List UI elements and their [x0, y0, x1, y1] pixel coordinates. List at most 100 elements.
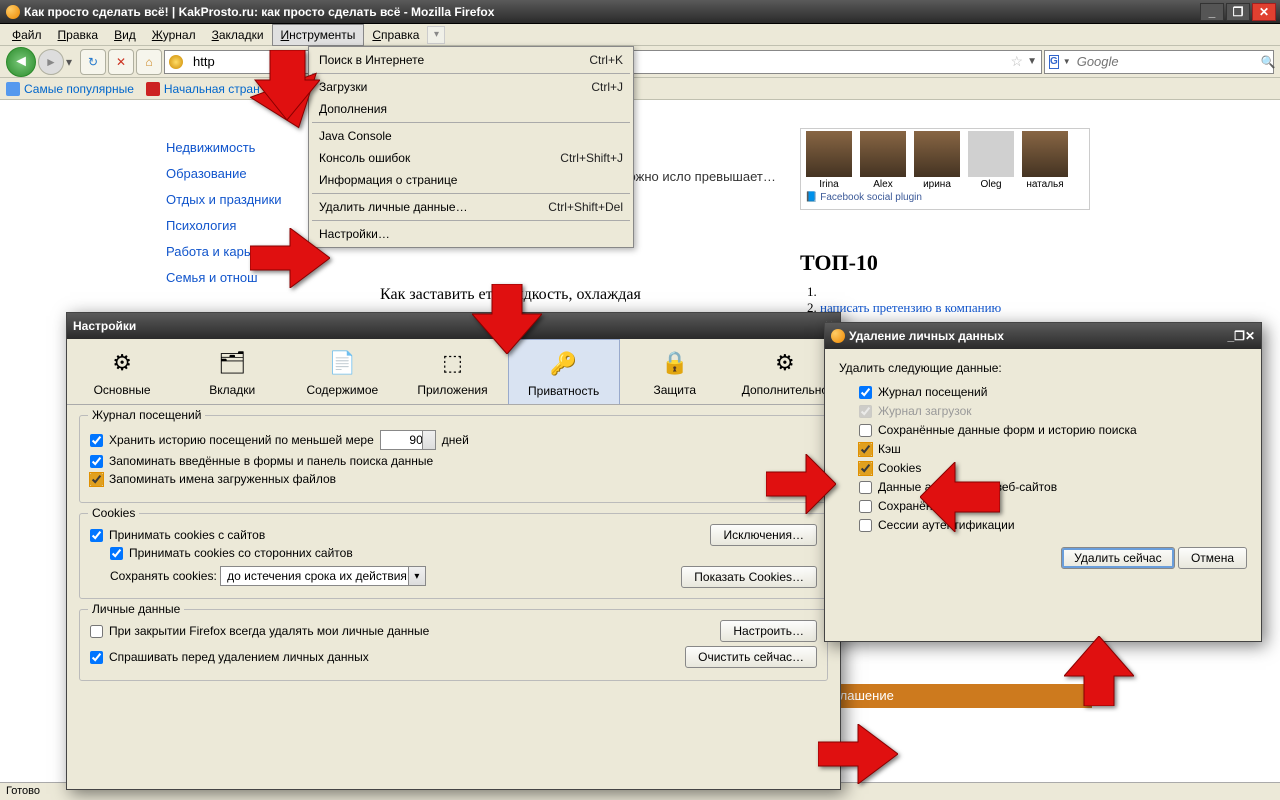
menu-item-9[interactable]: Удалить личные данные…Ctrl+Shift+Del	[311, 196, 631, 218]
clear-item-3-checkbox[interactable]	[859, 443, 872, 456]
social-person-1[interactable]: Alex	[857, 131, 909, 190]
private-configure-button[interactable]: Настроить…	[720, 620, 817, 642]
back-button[interactable]: ◄	[6, 47, 36, 77]
tab-icon: 📄	[326, 347, 358, 379]
clear-now-button[interactable]: Очистить сейчас…	[685, 646, 817, 668]
reload-button[interactable]: ↻	[80, 49, 106, 75]
menubar-item-6[interactable]: Справка	[364, 25, 427, 45]
delete-now-button[interactable]: Удалить сейчас	[1061, 547, 1174, 569]
clear-item-4-checkbox[interactable]	[859, 462, 872, 475]
page-chevron-icon[interactable]: ▾	[427, 26, 445, 44]
firefox-icon	[831, 329, 845, 343]
sidebar-link-2[interactable]: Отдых и праздники	[166, 192, 282, 207]
forward-button[interactable]: ►	[38, 49, 64, 75]
clear-item-2-checkbox[interactable]	[859, 424, 872, 437]
accept-third-party-checkbox[interactable]	[110, 547, 123, 560]
sidebar-link-0[interactable]: Недвижимость	[166, 140, 282, 155]
tab-icon: ⬚	[436, 347, 468, 379]
settings-tab-Основные[interactable]: ⚙Основные	[67, 339, 177, 404]
menubar-item-0[interactable]: Файл	[4, 25, 50, 45]
bookmark-star-icon[interactable]: ☆	[1011, 53, 1024, 70]
accept-cookies-label: Принимать cookies с сайтов	[109, 528, 265, 542]
arrow-2	[250, 228, 330, 291]
clear-item-4-label: Cookies	[878, 461, 921, 475]
menubar-item-1[interactable]: Правка	[50, 25, 107, 45]
search-go-icon[interactable]: 🔍	[1261, 55, 1276, 69]
show-cookies-button[interactable]: Показать Cookies…	[681, 566, 817, 588]
clear-item-2-label: Сохранённые данные форм и историю поиска	[878, 423, 1137, 437]
keep-history-checkbox[interactable]	[90, 434, 103, 447]
window-restore-button[interactable]: ❐	[1226, 3, 1250, 21]
ask-before-checkbox[interactable]	[90, 651, 103, 664]
arrow-3	[472, 284, 542, 357]
bookmark-item-1[interactable]: Начальная стран	[146, 82, 260, 96]
social-person-2[interactable]: ирина	[911, 131, 963, 190]
cookies-legend: Cookies	[88, 506, 139, 520]
stop-button[interactable]: ✕	[108, 49, 134, 75]
keep-cookies-label: Сохранять cookies:	[110, 569, 217, 583]
settings-tabs: ⚙Основные🗂Вкладки📄Содержимое⬚Приложения🔑…	[67, 339, 840, 405]
clear-item-5-checkbox[interactable]	[859, 481, 872, 494]
url-history-caret[interactable]: ▼	[1027, 56, 1037, 67]
top-10: ТОП-10 написать претензию в компанию	[800, 250, 1001, 316]
facebook-widget: IrinaAlexиринаOlegнаталья 📘 Facebook soc…	[800, 128, 1090, 210]
search-box[interactable]: G ▼ 🔍	[1044, 50, 1274, 74]
tab-icon: 🔑	[548, 348, 580, 380]
remember-forms-checkbox[interactable]	[90, 455, 103, 468]
clear-item-0-checkbox[interactable]	[859, 386, 872, 399]
clear-restore-button[interactable]: ❐	[1234, 329, 1245, 343]
menu-item-7[interactable]: Информация о странице	[311, 169, 631, 191]
menu-item-5[interactable]: Java Console	[311, 125, 631, 147]
social-person-4[interactable]: наталья	[1019, 131, 1071, 190]
settings-titlebar[interactable]: Настройки ✕	[67, 313, 840, 339]
cookies-fieldset: Cookies Исключения… Принимать cookies с …	[79, 513, 828, 599]
menu-item-6[interactable]: Консоль ошибокCtrl+Shift+J	[311, 147, 631, 169]
clear-on-close-label: При закрытии Firefox всегда удалять мои …	[109, 624, 429, 638]
menubar-item-4[interactable]: Закладки	[204, 25, 272, 45]
facebook-label: 📘 Facebook social plugin	[801, 192, 1089, 203]
social-person-3[interactable]: Oleg	[965, 131, 1017, 190]
arrow-1	[250, 50, 320, 133]
nav-toolbar: ◄ ► ▾ ↻ ✕ ⌂ ☆ ▼ G ▼ 🔍	[0, 46, 1280, 78]
menu-item-3[interactable]: Дополнения	[311, 98, 631, 120]
history-fieldset: Журнал посещений Хранить историю посещен…	[79, 415, 828, 503]
menu-item-2[interactable]: ЗагрузкиCtrl+J	[311, 76, 631, 98]
top10-heading: ТОП-10	[800, 250, 1001, 276]
arrow-7	[818, 724, 898, 787]
clear-data-titlebar[interactable]: Удаление личных данных _ ❐ ✕	[825, 323, 1261, 349]
settings-tab-Вкладки[interactable]: 🗂Вкладки	[177, 339, 287, 404]
sidebar-link-1[interactable]: Образование	[166, 166, 282, 181]
clear-minimize-button[interactable]: _	[1227, 329, 1234, 343]
window-close-button[interactable]: ✕	[1252, 3, 1276, 21]
search-caret[interactable]: ▼	[1063, 57, 1071, 66]
arrow-5	[920, 462, 1000, 535]
clear-item-6-checkbox[interactable]	[859, 500, 872, 513]
menu-item-11[interactable]: Настройки…	[311, 223, 631, 245]
menu-item-0[interactable]: Поиск в ИнтернетеCtrl+K	[311, 49, 631, 71]
top10-link-0[interactable]: написать претензию в компанию	[820, 300, 1001, 315]
menubar-item-2[interactable]: Вид	[106, 25, 144, 45]
tab-icon: ⚙	[106, 347, 138, 379]
history-days-spinner[interactable]: 90	[380, 430, 436, 450]
remember-downloads-checkbox[interactable]	[90, 473, 103, 486]
cancel-button[interactable]: Отмена	[1178, 547, 1247, 569]
settings-tab-Защита[interactable]: 🔒Защита	[620, 339, 730, 404]
cookies-exceptions-button[interactable]: Исключения…	[710, 524, 817, 546]
menubar-item-5[interactable]: Инструменты	[272, 24, 365, 46]
menubar-item-3[interactable]: Журнал	[144, 25, 204, 45]
search-input[interactable]	[1075, 53, 1257, 70]
window-title: Как просто сделать всё! | KakProsto.ru: …	[24, 5, 1198, 19]
settings-tab-Содержимое[interactable]: 📄Содержимое	[287, 339, 397, 404]
clear-close-button[interactable]: ✕	[1245, 329, 1255, 343]
home-button[interactable]: ⌂	[136, 49, 162, 75]
accept-cookies-checkbox[interactable]	[90, 529, 103, 542]
clear-item-1-checkbox	[859, 405, 872, 418]
bookmark-item-0[interactable]: Самые популярные	[6, 82, 134, 96]
clear-item-7-checkbox[interactable]	[859, 519, 872, 532]
window-minimize-button[interactable]: _	[1200, 3, 1224, 21]
search-engine-icon[interactable]: G	[1049, 55, 1059, 69]
keep-cookies-select[interactable]: до истечения срока их действия	[220, 566, 426, 586]
social-person-0[interactable]: Irina	[803, 131, 855, 190]
clear-on-close-checkbox[interactable]	[90, 625, 103, 638]
history-caret[interactable]: ▾	[66, 55, 78, 69]
